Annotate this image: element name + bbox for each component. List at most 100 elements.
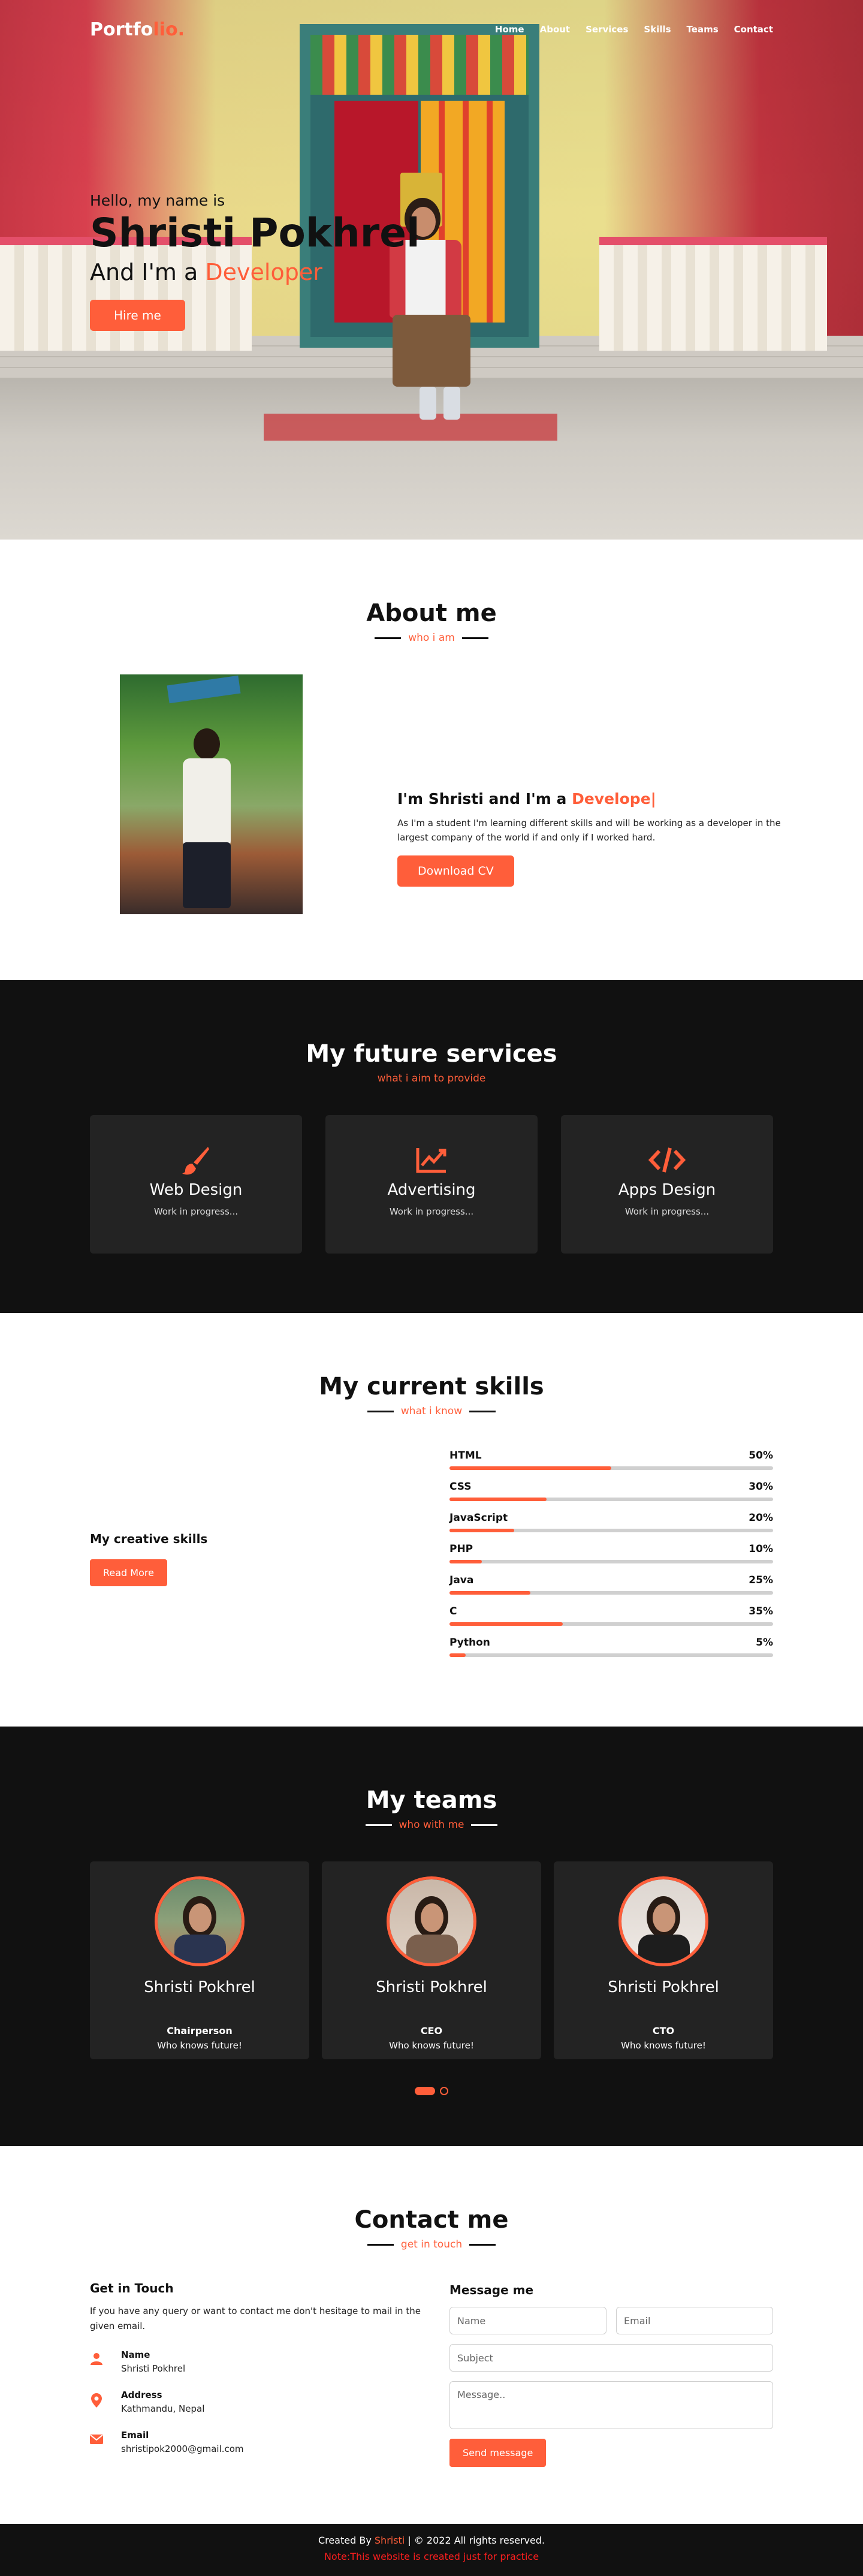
team-card[interactable]: Shristi Pokhrel CTO Who knows future! bbox=[554, 1861, 773, 2059]
services-title: My future services bbox=[306, 1040, 557, 1068]
skill-track bbox=[449, 1529, 773, 1532]
skill-track bbox=[449, 1498, 773, 1501]
teams-subtitle: who with me bbox=[0, 1819, 863, 1831]
skill-fill bbox=[449, 1466, 611, 1470]
skill-percent: 5% bbox=[756, 1637, 773, 1649]
hero-name: Shristi Pokhrel bbox=[90, 210, 420, 256]
about-photo bbox=[120, 674, 303, 914]
team-card[interactable]: Shristi Pokhrel CEO Who knows future! bbox=[322, 1861, 541, 2059]
contact-form-heading: Message me bbox=[449, 2283, 534, 2297]
contact-label: Name bbox=[121, 2349, 150, 2360]
read-more-button[interactable]: Read More bbox=[90, 1559, 167, 1586]
nav-about-link[interactable]: About bbox=[540, 24, 571, 35]
message-textarea[interactable]: Message.. bbox=[449, 2381, 773, 2429]
member-desc: Who knows future! bbox=[621, 2040, 706, 2051]
skill-track bbox=[449, 1622, 773, 1626]
name-input[interactable]: Name bbox=[449, 2307, 606, 2334]
member-position: CEO bbox=[420, 2025, 443, 2036]
skill-fill bbox=[449, 1560, 482, 1563]
skill-track bbox=[449, 1466, 773, 1470]
about-title: About me bbox=[366, 599, 497, 627]
skill-bar: Python 5% bbox=[449, 1637, 773, 1668]
skill-bar: HTML 50% bbox=[449, 1450, 773, 1481]
skill-percent: 35% bbox=[749, 1605, 773, 1617]
skills-left-heading: My creative skills bbox=[90, 1532, 208, 1546]
user-icon bbox=[90, 2349, 103, 2367]
contact-label: Email bbox=[121, 2429, 149, 2441]
about-text: As I'm a student I'm learning different … bbox=[397, 818, 781, 843]
team-cards: Shristi Pokhrel Chairperson Who knows fu… bbox=[90, 1861, 773, 2059]
contact-info: Get in Touch If you have any query or wa… bbox=[90, 2281, 426, 2454]
nav-contact-link[interactable]: Contact bbox=[734, 24, 773, 35]
hero-text: Hello, my name is Shristi Pokhrel And I'… bbox=[90, 192, 420, 331]
nav-skills-link[interactable]: Skills bbox=[644, 24, 671, 35]
logo[interactable]: Portfolio. bbox=[90, 19, 185, 40]
member-name: Shristi Pokhrel bbox=[144, 1978, 255, 1996]
avatar bbox=[618, 1876, 708, 1966]
skill-fill bbox=[449, 1591, 530, 1595]
contact-value: Shristi Pokhrel bbox=[121, 2363, 186, 2374]
skill-track bbox=[449, 1653, 773, 1657]
contact-subtitle: get in touch bbox=[0, 2238, 863, 2250]
send-message-button[interactable]: Send message bbox=[449, 2439, 547, 2467]
contact-item-name: Name Shristi Pokhrel bbox=[90, 2349, 426, 2374]
skill-name: HTML bbox=[449, 1450, 482, 1462]
hero-role: And I'm a Developer bbox=[90, 258, 322, 285]
about-info: I'm Shristi and I'm a Develope| As I'm a… bbox=[397, 790, 781, 887]
member-name: Shristi Pokhrel bbox=[608, 1978, 719, 1996]
hero-section: Portfolio. Home About Services Skills Te… bbox=[0, 0, 863, 540]
nav-menu: Home About Services Skills Teams Contact bbox=[495, 24, 773, 35]
skill-fill bbox=[449, 1622, 563, 1626]
skill-name: Python bbox=[449, 1637, 490, 1649]
service-text: Work in progress... bbox=[624, 1206, 710, 1217]
service-card-apps-design[interactable]: Apps Design Work in progress... bbox=[561, 1115, 773, 1254]
footer: Created By Shristi | © 2022 All rights r… bbox=[0, 2524, 863, 2576]
service-text: Work in progress... bbox=[153, 1206, 239, 1217]
email-input[interactable]: Email bbox=[616, 2307, 773, 2334]
contact-title: Contact me bbox=[354, 2206, 509, 2234]
skill-bars: HTML 50% CSS 30% JavaScript 20% PHP 10% Java 25% C… bbox=[449, 1450, 773, 1668]
footer-author-link[interactable]: Shristi bbox=[375, 2535, 405, 2546]
member-position: CTO bbox=[652, 2025, 675, 2036]
nav-teams-link[interactable]: Teams bbox=[687, 24, 719, 35]
service-title: Advertising bbox=[387, 1181, 476, 1199]
service-title: Apps Design bbox=[618, 1181, 716, 1199]
nav-home-link[interactable]: Home bbox=[495, 24, 524, 35]
skill-name: C bbox=[449, 1605, 457, 1617]
teams-title: My teams bbox=[366, 1786, 497, 1814]
carousel-dot[interactable] bbox=[440, 2087, 448, 2095]
service-card-web-design[interactable]: Web Design Work in progress... bbox=[90, 1115, 302, 1254]
skill-name: JavaScript bbox=[449, 1512, 508, 1524]
navbar: Portfolio. Home About Services Skills Te… bbox=[0, 0, 863, 60]
subject-input[interactable]: Subject bbox=[449, 2344, 773, 2372]
contact-value: Kathmandu, Nepal bbox=[121, 2403, 205, 2414]
skill-percent: 50% bbox=[749, 1450, 773, 1462]
skill-percent: 10% bbox=[749, 1543, 773, 1555]
skill-bar: PHP 10% bbox=[449, 1543, 773, 1574]
skill-percent: 25% bbox=[749, 1574, 773, 1586]
member-desc: Who knows future! bbox=[157, 2040, 242, 2051]
hire-me-button[interactable]: Hire me bbox=[90, 299, 185, 331]
service-title: Web Design bbox=[149, 1181, 243, 1199]
contact-item-email: Email shristipok2000@gmail.com bbox=[90, 2430, 426, 2454]
carousel-dots bbox=[0, 2087, 863, 2095]
download-cv-button[interactable]: Download CV bbox=[397, 855, 514, 887]
hero-greeting: Hello, my name is bbox=[90, 192, 225, 209]
member-desc: Who knows future! bbox=[389, 2040, 474, 2051]
skill-percent: 30% bbox=[749, 1481, 773, 1493]
service-card-advertising[interactable]: Advertising Work in progress... bbox=[325, 1115, 538, 1254]
skill-bar: Java 25% bbox=[449, 1574, 773, 1605]
contact-value: shristipok2000@gmail.com bbox=[121, 2443, 244, 2454]
skills-left: My creative skills Read More bbox=[90, 1532, 207, 1586]
nav-services-link[interactable]: Services bbox=[586, 24, 628, 35]
map-marker-icon bbox=[90, 2390, 103, 2408]
skills-title: My current skills bbox=[319, 1373, 544, 1400]
skill-name: Java bbox=[449, 1574, 474, 1586]
skill-fill bbox=[449, 1498, 547, 1501]
chart-line-icon bbox=[325, 1145, 538, 1175]
avatar bbox=[155, 1876, 245, 1966]
skill-track bbox=[449, 1560, 773, 1563]
team-card[interactable]: Shristi Pokhrel Chairperson Who knows fu… bbox=[90, 1861, 309, 2059]
avatar bbox=[387, 1876, 476, 1966]
carousel-dot-active[interactable] bbox=[415, 2087, 435, 2095]
